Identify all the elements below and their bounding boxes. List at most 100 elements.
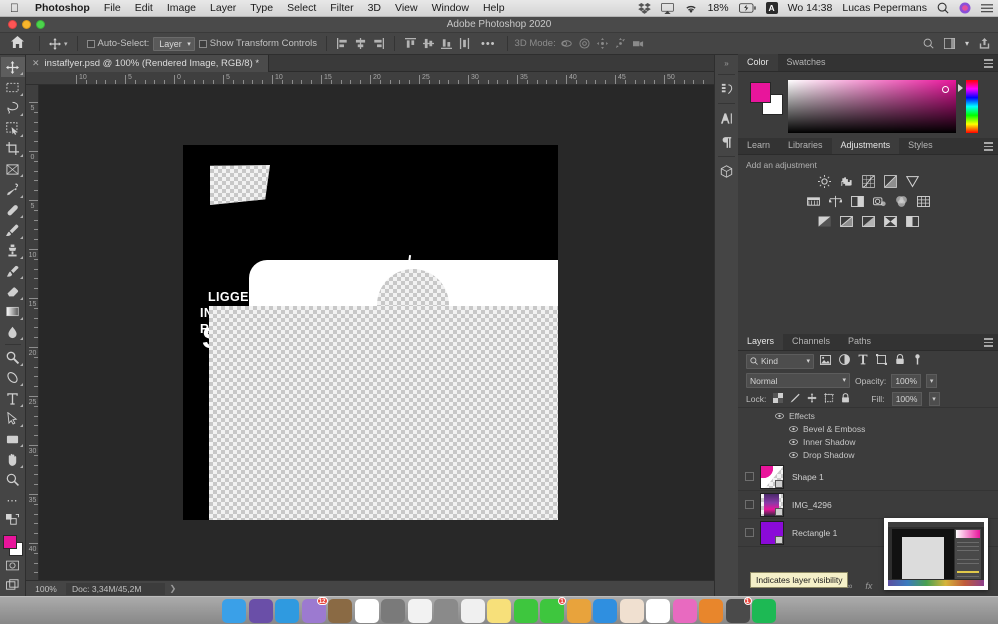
panel-menu-icon[interactable]: [984, 142, 993, 151]
dock-item-notes[interactable]: [487, 599, 511, 623]
screen-mode-icon[interactable]: [1, 576, 25, 596]
history-brush-tool[interactable]: [1, 261, 25, 281]
dropbox-icon[interactable]: [633, 3, 656, 14]
tab-learn[interactable]: Learn: [738, 137, 779, 154]
orbit-3d-icon[interactable]: [561, 38, 572, 49]
brush-tool[interactable]: [1, 220, 25, 240]
tab-swatches[interactable]: Swatches: [778, 54, 835, 71]
menu-view[interactable]: View: [388, 0, 425, 17]
layer-row[interactable]: IMG_4296: [738, 491, 998, 519]
align-top-edges-icon[interactable]: [405, 38, 416, 49]
menu-help[interactable]: Help: [476, 0, 512, 17]
siri-icon[interactable]: [954, 2, 976, 14]
zoom-3d-camera-icon[interactable]: [633, 38, 644, 49]
tab-color[interactable]: Color: [738, 54, 778, 71]
layer-visibility-toggle[interactable]: [738, 500, 760, 509]
shape-filter-icon[interactable]: [876, 352, 887, 370]
exposure-icon[interactable]: [884, 175, 897, 188]
gradient-map-icon[interactable]: [884, 215, 897, 228]
threshold-icon[interactable]: [862, 215, 875, 228]
checkbox[interactable]: [87, 40, 95, 48]
vertical-ruler[interactable]: 50510152025303540: [26, 85, 39, 580]
menu-layer[interactable]: Layer: [203, 0, 243, 17]
tab-styles[interactable]: Styles: [899, 137, 942, 154]
input-source-badge[interactable]: A: [761, 2, 783, 14]
pan-3d-icon[interactable]: [597, 38, 608, 49]
object-selection-tool[interactable]: [1, 118, 25, 138]
dock-item-reminders[interactable]: [408, 599, 432, 623]
tab-libraries[interactable]: Libraries: [779, 137, 832, 154]
dock-item-itunes[interactable]: [673, 599, 697, 623]
distribute-icon[interactable]: [459, 38, 470, 49]
home-icon[interactable]: [0, 36, 34, 51]
tab-channels[interactable]: Channels: [783, 333, 839, 350]
menu-image[interactable]: Image: [160, 0, 203, 17]
eye-icon[interactable]: [788, 426, 799, 432]
menu-file[interactable]: File: [97, 0, 128, 17]
dock-item-finder[interactable]: [222, 599, 246, 623]
pen-tool[interactable]: [1, 368, 25, 388]
dock-item-contacts[interactable]: [328, 599, 352, 623]
dock-item-keynote-alt[interactable]: [567, 599, 591, 623]
clone-stamp-tool[interactable]: [1, 241, 25, 261]
rectangular-marquee-tool[interactable]: [1, 77, 25, 97]
black-white-icon[interactable]: [851, 195, 864, 208]
dock-item-siri[interactable]: [249, 599, 273, 623]
default-colors-icon[interactable]: [1, 511, 25, 531]
menu-photoshop[interactable]: Photoshop: [28, 0, 97, 17]
dock-item-photos[interactable]: [461, 599, 485, 623]
dock-item-mail-signature[interactable]: 12: [302, 599, 326, 623]
clock[interactable]: Wo 14:38: [783, 0, 838, 17]
posterize-icon[interactable]: [840, 215, 853, 228]
foreground-color-swatch[interactable]: [3, 535, 17, 549]
move-tool[interactable]: [1, 57, 25, 77]
rectangle-tool[interactable]: [1, 429, 25, 449]
crop-tool[interactable]: [1, 139, 25, 159]
dock-item-spotify[interactable]: [752, 599, 776, 623]
status-expand-arrow[interactable]: ❯: [165, 584, 176, 593]
chevron-down-icon[interactable]: ▾: [965, 39, 969, 48]
wifi-icon[interactable]: [679, 3, 703, 14]
tab-adjustments[interactable]: Adjustments: [832, 137, 900, 154]
lasso-tool[interactable]: [1, 98, 25, 118]
show-transform-controls-checkbox[interactable]: Show Transform Controls: [195, 38, 321, 49]
menu-window[interactable]: Window: [425, 0, 476, 17]
tab-layers[interactable]: Layers: [738, 333, 783, 350]
lock-all-icon[interactable]: [841, 390, 850, 408]
color-balance-icon[interactable]: [829, 195, 842, 208]
eyedropper-tool[interactable]: [1, 179, 25, 199]
eye-checkbox[interactable]: [745, 528, 754, 537]
align-horizontal-centers-icon[interactable]: [355, 38, 366, 49]
auto-select-checkbox[interactable]: Auto-Select:: [83, 38, 154, 49]
frame-tool[interactable]: [1, 159, 25, 179]
dock-item-messages[interactable]: [514, 599, 538, 623]
fill-stepper[interactable]: ▾: [929, 392, 940, 406]
checkbox[interactable]: [199, 40, 207, 48]
color-panel-swatches[interactable]: [750, 82, 784, 116]
filter-toggle-icon[interactable]: [913, 352, 922, 370]
add-layer-style-icon[interactable]: fx: [865, 581, 872, 591]
menu-3d[interactable]: 3D: [361, 0, 388, 17]
battery-charging-icon[interactable]: [734, 3, 761, 13]
levels-icon[interactable]: [840, 175, 853, 188]
align-left-edges-icon[interactable]: [337, 38, 348, 49]
align-right-edges-icon[interactable]: [373, 38, 384, 49]
airplay-icon[interactable]: [656, 3, 679, 14]
curves-icon[interactable]: [862, 175, 875, 188]
workspace-icon[interactable]: [944, 38, 955, 49]
effect-row[interactable]: Bevel & Emboss: [738, 422, 998, 435]
pixel-filter-icon[interactable]: [820, 352, 831, 370]
dock-item-system-preferences[interactable]: [434, 599, 458, 623]
floating-preview-window[interactable]: [884, 518, 988, 590]
dock-item-app-store[interactable]: [593, 599, 617, 623]
panel-menu-icon[interactable]: [984, 338, 993, 347]
layer-visibility-toggle[interactable]: [738, 472, 760, 481]
zoom-tool[interactable]: [1, 470, 25, 490]
selective-color-icon[interactable]: [906, 215, 919, 228]
close-icon[interactable]: ✕: [32, 58, 40, 69]
dock-item-facetime[interactable]: 1: [540, 599, 564, 623]
character-panel-icon[interactable]: [716, 106, 738, 130]
dock-item-steam[interactable]: 1: [726, 599, 750, 623]
hand-tool[interactable]: [1, 449, 25, 469]
foreground-color-swatch[interactable]: [750, 82, 771, 103]
